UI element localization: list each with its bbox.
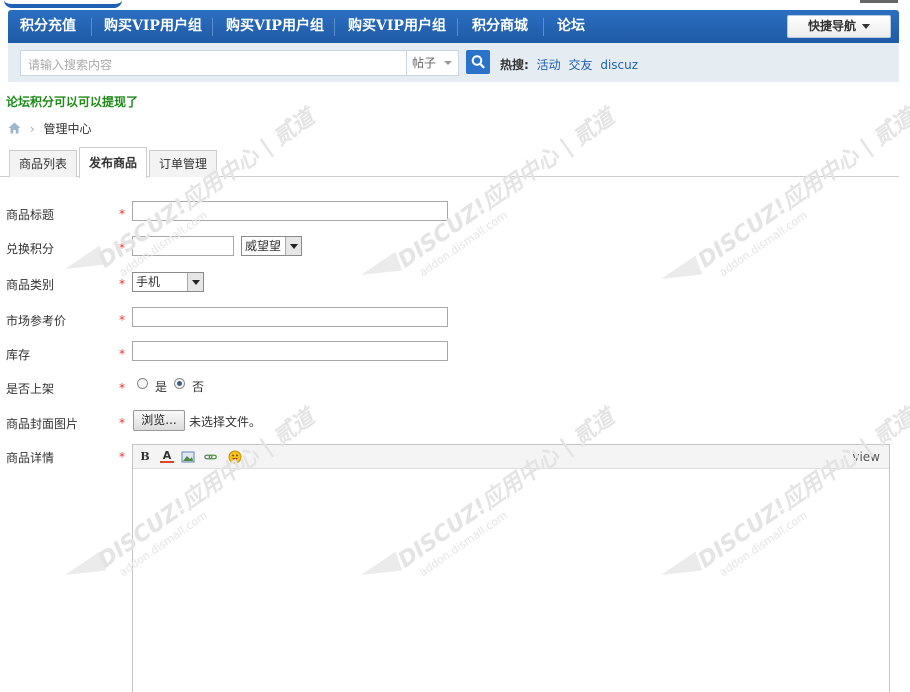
nav-separator <box>91 18 92 36</box>
market-price-input[interactable] <box>132 307 448 327</box>
on-shelf-no-label[interactable]: 否 <box>192 378 204 395</box>
on-shelf-no-radio[interactable] <box>174 378 185 389</box>
editor-view-toggle[interactable]: view <box>852 450 880 464</box>
nav-separator <box>334 18 335 36</box>
select-arrow-icon <box>285 237 301 255</box>
nav-separator <box>543 18 544 36</box>
quick-nav-button[interactable]: 快捷导航 <box>787 15 891 38</box>
emoji-icon[interactable] <box>228 450 242 464</box>
product-title-input[interactable] <box>132 201 448 221</box>
stock-input[interactable] <box>132 341 448 361</box>
hot-keyword[interactable]: discuz <box>600 58 638 72</box>
search-bar: 请输入搜索内容 帖子 热搜: 活动 交友 discuz <box>8 43 899 82</box>
top-right-bar <box>860 0 898 3</box>
no-file-chosen-text: 未选择文件。 <box>189 415 262 429</box>
watermark-arrow <box>61 245 107 279</box>
search-type-label: 帖子 <box>412 56 437 70</box>
image-icon[interactable] <box>181 450 195 464</box>
home-icon[interactable] <box>8 122 21 134</box>
market-price-label: 市场参考价 <box>6 314 67 328</box>
nav-separator <box>212 18 213 36</box>
tab-order-management[interactable]: 订单管理 <box>149 150 217 177</box>
required-mark: * <box>119 347 125 361</box>
required-mark: * <box>119 450 125 464</box>
bold-icon[interactable]: B <box>138 450 152 464</box>
hot-search: 热搜: 活动 交友 discuz <box>500 56 638 73</box>
watermark: DISCUZ!应用中心 | 贰道 addon.dismall.com <box>393 105 620 280</box>
required-mark: * <box>119 277 125 291</box>
search-button[interactable] <box>466 50 490 74</box>
watermark: DISCUZ!应用中心 | 贰道 addon.dismall.com <box>693 105 910 280</box>
breadcrumb: › 管理中心 <box>8 120 91 137</box>
nav-separator <box>457 18 458 36</box>
watermark-arrow <box>657 255 703 289</box>
search-icon <box>471 55 485 69</box>
product-category-value: 手机 <box>136 275 161 289</box>
breadcrumb-current[interactable]: 管理中心 <box>43 122 91 136</box>
required-mark: * <box>119 416 125 430</box>
hot-search-label: 热搜: <box>500 58 529 72</box>
watermark: DISCUZ!应用中心 | 贰道 addon.dismall.com <box>93 105 320 280</box>
required-mark: * <box>119 381 125 395</box>
hot-keyword[interactable]: 活动 <box>537 58 561 72</box>
nav-item-buy-vip-2[interactable]: 购买VIP用户组 <box>226 10 324 43</box>
on-shelf-yes-label[interactable]: 是 <box>155 378 167 395</box>
breadcrumb-separator-icon: › <box>29 122 35 136</box>
chevron-down-icon <box>444 61 452 65</box>
watermark-arrow <box>61 551 107 585</box>
on-shelf-label: 是否上架 <box>6 382 55 396</box>
tab-product-list[interactable]: 商品列表 <box>9 150 77 177</box>
select-arrow-icon <box>187 273 203 291</box>
product-details-editor[interactable]: B A view <box>132 444 890 692</box>
product-category-select[interactable]: 手机 <box>132 272 204 292</box>
on-shelf-yes-radio[interactable] <box>137 378 148 389</box>
search-type-select[interactable]: 帖子 <box>407 50 459 76</box>
search-input[interactable]: 请输入搜索内容 <box>20 50 407 76</box>
top-strip <box>0 0 910 10</box>
exchange-points-label: 兑换积分 <box>6 242 55 256</box>
product-category-label: 商品类别 <box>6 278 55 292</box>
required-mark: * <box>119 313 125 327</box>
forum-notice[interactable]: 论坛积分可以可以提现了 <box>6 93 138 110</box>
main-nav: 积分充值 购买VIP用户组 购买VIP用户组 购买VIP用户组 积分商城 论坛 … <box>8 10 899 43</box>
editor-toolbar: B A view <box>133 445 889 469</box>
stock-label: 库存 <box>6 348 31 362</box>
chevron-down-icon <box>862 24 870 29</box>
site-logo[interactable] <box>4 0 122 8</box>
nav-item-points-mall[interactable]: 积分商城 <box>472 10 528 43</box>
cover-image-label: 商品封面图片 <box>6 417 79 431</box>
tab-publish-product[interactable]: 发布商品 <box>79 147 147 178</box>
nav-item-buy-vip-3[interactable]: 购买VIP用户组 <box>348 10 446 43</box>
quick-nav-label: 快捷导航 <box>807 19 856 33</box>
watermark-arrow <box>357 251 403 285</box>
nav-item-points-recharge[interactable]: 积分充值 <box>20 10 76 43</box>
required-mark: * <box>119 207 125 221</box>
nav-item-forum[interactable]: 论坛 <box>557 10 585 43</box>
product-title-label: 商品标题 <box>6 208 55 222</box>
required-mark: * <box>119 241 125 255</box>
hot-keyword[interactable]: 交友 <box>568 58 592 72</box>
tab-bar: 商品列表 发布商品 订单管理 <box>0 147 899 178</box>
browse-file-button[interactable]: 浏览... <box>133 410 185 431</box>
points-type-value: 威望望 <box>245 239 282 253</box>
points-type-select[interactable]: 威望望 <box>241 236 302 256</box>
product-details-label: 商品详情 <box>6 451 55 465</box>
font-color-icon[interactable]: A <box>160 450 174 463</box>
nav-item-buy-vip-1[interactable]: 购买VIP用户组 <box>104 10 202 43</box>
link-icon[interactable] <box>204 450 218 464</box>
exchange-points-input[interactable] <box>132 236 234 256</box>
